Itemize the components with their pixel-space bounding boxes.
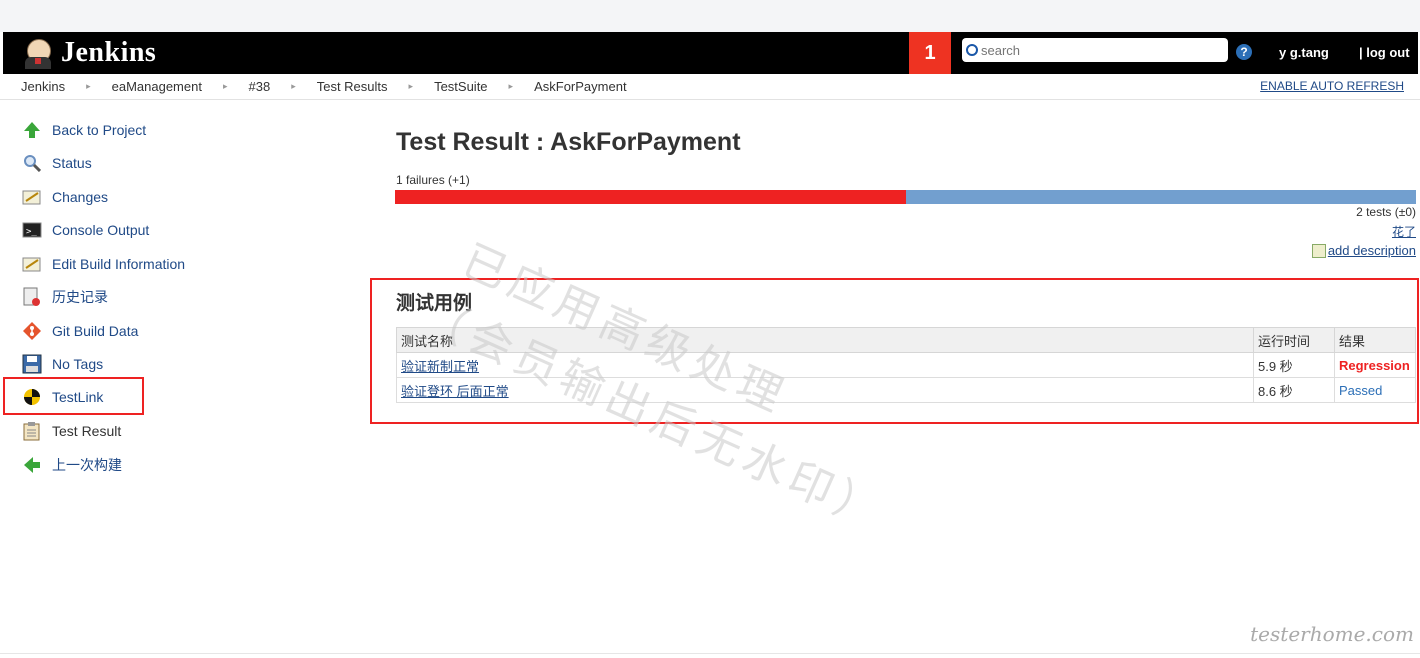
svg-text:>_: >_: [26, 227, 37, 237]
add-description-label: add description: [1327, 243, 1416, 258]
app-title: Jenkins: [61, 37, 157, 68]
sidebar-item-history[interactable]: 历史记录: [22, 285, 108, 309]
sidebar-item-no-tags[interactable]: No Tags: [22, 352, 103, 376]
duration-cell: 8.6 秒: [1253, 377, 1335, 403]
notepad-icon: [22, 254, 42, 274]
sidebar-item-label: Test Result: [52, 423, 122, 439]
top-header: Jenkins 1 ? y g.tang | log out: [3, 32, 1418, 74]
watermark-signature: testerhome.com: [1250, 622, 1414, 646]
search-icon: [966, 44, 978, 56]
sidebar-item-back-to-project[interactable]: Back to Project: [22, 118, 146, 142]
save-icon: [22, 354, 42, 374]
column-header-result[interactable]: 结果: [1334, 327, 1416, 353]
sidebar-item-test-result[interactable]: Test Result: [22, 419, 121, 443]
user-name[interactable]: y g.tang: [1279, 45, 1329, 60]
result-cell: Regression: [1334, 352, 1416, 378]
tests-count: 2 tests (±0): [1356, 205, 1416, 219]
test-name-link[interactable]: 验证新: [401, 359, 440, 374]
git-icon: [22, 321, 42, 341]
breadcrumb: Jenkins ▸ eaManagement ▸ #38 ▸ Test Resu…: [0, 74, 1420, 100]
jenkins-logo[interactable]: Jenkins: [23, 37, 156, 69]
magnifier-icon: [22, 153, 42, 173]
breadcrumb-separator-icon: ▸: [508, 81, 514, 91]
clipboard-icon: [22, 421, 42, 441]
sidebar-item-edit-build-information[interactable]: Edit Build Information: [22, 252, 185, 276]
sidebar-item-git-build-data[interactable]: Git Build Data: [22, 319, 138, 343]
breadcrumb-item[interactable]: Test Results: [317, 79, 388, 94]
breadcrumb-separator-icon: ▸: [222, 81, 228, 91]
column-header-duration[interactable]: 运行时间: [1253, 327, 1335, 353]
breadcrumb-item[interactable]: TestSuite: [434, 79, 487, 94]
logout-link[interactable]: | log out: [1359, 45, 1410, 60]
failures-summary: 1 failures (+1): [396, 173, 470, 187]
terminal-icon: >_: [22, 220, 42, 240]
footer-divider: [0, 653, 1420, 654]
breadcrumb-item[interactable]: #38: [248, 79, 270, 94]
result-cell: Passed: [1334, 377, 1416, 403]
left-arrow-icon: [22, 455, 42, 475]
test-progress-bar: [395, 190, 1416, 204]
sidebar-item-label: 历史记录: [52, 289, 108, 305]
sidebar-item-status[interactable]: Status: [22, 151, 92, 175]
notification-badge[interactable]: 1: [909, 32, 951, 74]
duration-link[interactable]: 花了: [1392, 223, 1416, 240]
add-description-link[interactable]: add description: [1311, 243, 1416, 258]
search-input[interactable]: [981, 42, 1221, 58]
selected-item-highlight: [3, 377, 144, 415]
up-arrow-icon: [22, 120, 42, 140]
breadcrumb-separator-icon: ▸: [408, 81, 414, 91]
breadcrumb-separator-icon: ▸: [291, 81, 296, 91]
breadcrumb-item[interactable]: Jenkins: [21, 79, 65, 94]
failure-bar: [395, 190, 906, 204]
sidebar-item-label: Edit Build Information: [52, 256, 186, 272]
test-name-link[interactable]: 环 后面正常: [440, 384, 509, 399]
sidebar-item-label: Console Output: [52, 222, 150, 238]
sidebar-item-label: Back to Project: [52, 122, 147, 138]
duration-cell: 5.9 秒: [1253, 352, 1335, 378]
help-icon[interactable]: ?: [1236, 44, 1252, 60]
history-icon: [22, 287, 42, 307]
enable-auto-refresh-link[interactable]: ENABLE AUTO REFRESH: [1260, 79, 1404, 93]
sidebar-item-console-output[interactable]: >_ Console Output: [22, 218, 149, 242]
sidebar-item-changes[interactable]: Changes: [22, 185, 108, 209]
sidebar-item-label: Status: [52, 155, 92, 171]
sidebar-item-label: No Tags: [52, 356, 104, 372]
sidebar-item-previous-build[interactable]: 上一次构建: [22, 453, 122, 477]
notepad-icon: [22, 187, 42, 207]
breadcrumb-item[interactable]: eaManagement: [112, 79, 202, 94]
sidebar-item-label: Changes: [52, 189, 109, 205]
sidebar-item-label: Git Build Data: [52, 323, 139, 339]
search-box[interactable]: [962, 38, 1228, 62]
jenkins-butler-icon: [23, 37, 53, 69]
breadcrumb-separator-icon: ▸: [86, 81, 91, 91]
breadcrumb-item[interactable]: AskForPayment: [534, 79, 626, 94]
edit-icon: [1311, 243, 1326, 258]
test-name-link[interactable]: 验证登: [401, 384, 440, 399]
sidebar-item-label: 上一次构建: [52, 457, 122, 473]
page-title: Test Result : AskForPayment: [396, 128, 741, 156]
